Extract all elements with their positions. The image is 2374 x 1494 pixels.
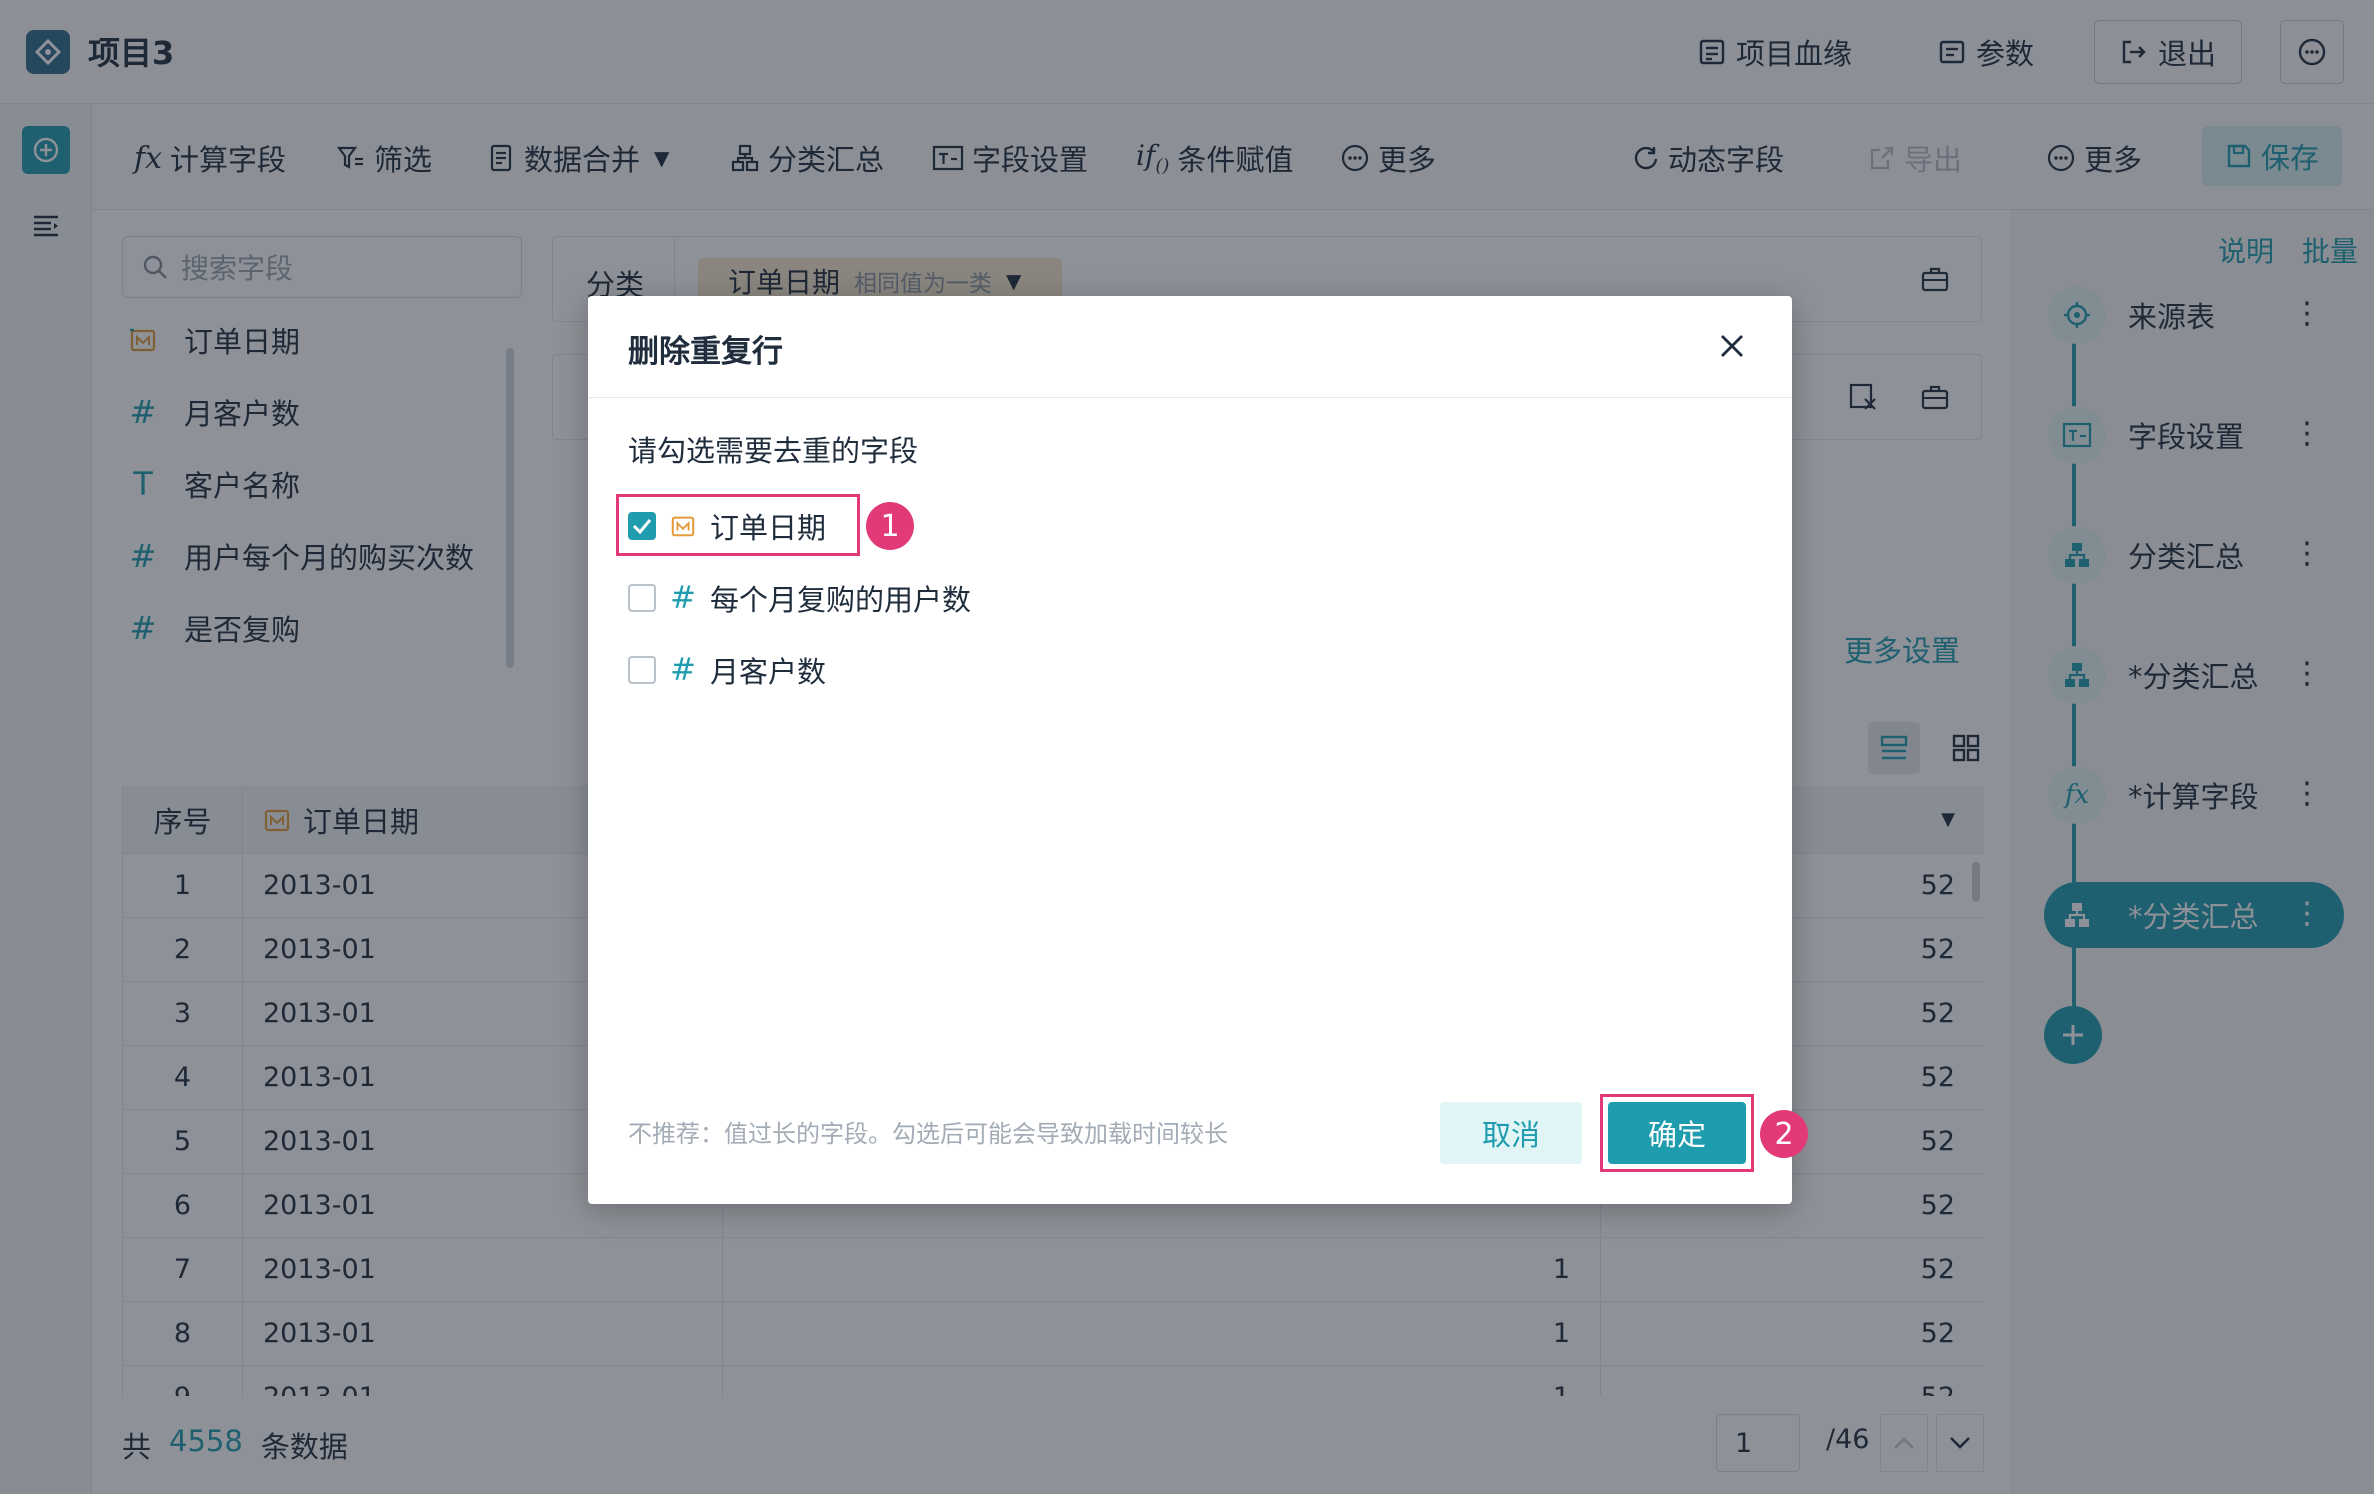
remove-duplicates-dialog: 删除重复行 请勾选需要去重的字段 1 订单日期 # 每个月复购的用户数 # 月客… [588, 296, 1808, 1204]
option-label: 每个月复购的用户数 [710, 583, 972, 617]
dialog-instruction: 请勾选需要去重的字段 [628, 434, 919, 468]
checkbox-unchecked[interactable] [628, 584, 656, 612]
date-icon [670, 513, 696, 539]
checkbox-unchecked[interactable] [628, 656, 656, 684]
cancel-button[interactable]: 取消 [1440, 1102, 1582, 1164]
dialog-title: 删除重复行 [628, 334, 783, 370]
option-monthly-customers[interactable]: # 月客户数 [628, 648, 826, 692]
checkbox-checked[interactable] [628, 512, 656, 540]
annotation-badge-2: 2 [1760, 1110, 1808, 1158]
number-icon: # [670, 580, 696, 616]
confirm-button[interactable]: 确定 [1608, 1102, 1746, 1164]
option-label: 月客户数 [710, 655, 827, 689]
dialog-note: 不推荐：值过长的字段。勾选后可能会导致加载时间较长 [628, 1120, 1228, 1148]
annotation-badge-1: 1 [866, 502, 914, 550]
close-icon[interactable] [1712, 326, 1752, 366]
option-label: 订单日期 [710, 511, 827, 545]
option-monthly-repurchase-users[interactable]: # 每个月复购的用户数 [628, 576, 971, 620]
number-icon: # [670, 652, 696, 688]
option-order-date[interactable]: 订单日期 [628, 504, 826, 548]
